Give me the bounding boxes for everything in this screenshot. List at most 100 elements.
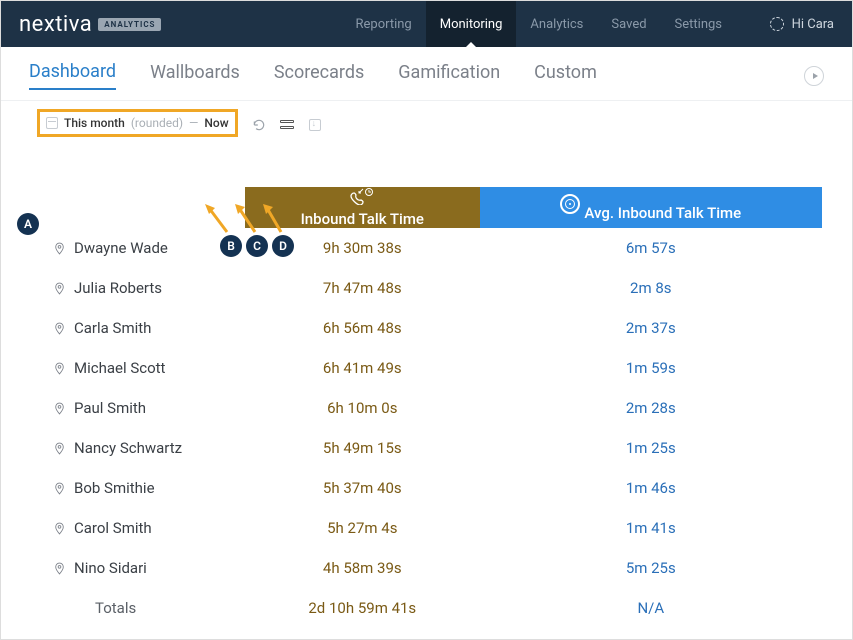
avg-cell: 1m 41s [480, 508, 822, 548]
logo-text: nextiva [19, 12, 92, 37]
row-name: Carla Smith [74, 319, 151, 337]
table-row: Carla Smith 6h 56m 48s2m 37s [45, 308, 822, 348]
avg-cell: 1m 59s [480, 348, 822, 388]
subnav-gamification[interactable]: Gamification [398, 62, 500, 89]
row-name: Michael Scott [74, 359, 165, 377]
totals-inbound: 2d 10h 59m 41s [245, 588, 480, 628]
table-row: Carol Smith 5h 27m 4s1m 41s [45, 508, 822, 548]
pin-icon [53, 562, 66, 575]
pin-icon [53, 282, 66, 295]
totals-row: Totals2d 10h 59m 41sN/A [45, 588, 822, 628]
row-name: Bob Smithie [74, 479, 155, 497]
sub-nav: Dashboard Wallboards Scorecards Gamifica… [1, 47, 852, 101]
row-name: Paul Smith [74, 399, 146, 417]
refresh-icon [252, 118, 266, 132]
avg-cell: 1m 25s [480, 428, 822, 468]
subnav-scorecards[interactable]: Scorecards [274, 62, 364, 89]
target-icon [560, 194, 580, 214]
name-cell[interactable]: Julia Roberts [45, 268, 245, 308]
inbound-cell: 7h 47m 48s [245, 268, 480, 308]
inbound-cell: 5h 37m 40s [245, 468, 480, 508]
range-main: This month [64, 116, 125, 130]
annotation-d: D [272, 235, 294, 257]
th-avg[interactable]: Avg. Inbound Talk Time [480, 187, 822, 228]
user-greeting: Hi Cara [792, 17, 834, 32]
th-inbound-label: Inbound Talk Time [301, 210, 424, 228]
table-row: Bob Smithie 5h 37m 40s1m 46s [45, 468, 822, 508]
download-icon [309, 119, 321, 131]
topnav-reporting[interactable]: Reporting [341, 1, 425, 47]
phone-time-icon [349, 187, 375, 205]
pin-icon [53, 362, 66, 375]
name-cell[interactable]: Nino Sidari [45, 548, 245, 588]
arrow-c [235, 204, 259, 238]
inbound-cell: 5h 49m 15s [245, 428, 480, 468]
date-range-selector[interactable]: This month (rounded) — Now [37, 109, 238, 137]
name-cell[interactable]: Michael Scott [45, 348, 245, 388]
inbound-cell: 6h 56m 48s [245, 308, 480, 348]
name-cell[interactable]: Paul Smith [45, 388, 245, 428]
topnav-analytics[interactable]: Analytics [516, 1, 597, 47]
calendar-icon [46, 117, 58, 129]
topnav-saved[interactable]: Saved [597, 1, 660, 47]
gear-icon [770, 17, 784, 31]
row-name: Julia Roberts [74, 279, 162, 297]
annotation-c: C [246, 235, 268, 257]
table-row: Nino Sidari4h 58m 39s5m 25s [45, 548, 822, 588]
logo: nextiva ANALYTICS [19, 12, 161, 37]
row-name: Carol Smith [74, 519, 152, 537]
name-cell[interactable]: Carol Smith [45, 508, 245, 548]
pin-icon [53, 482, 66, 495]
table-row: Paul Smith 6h 10m 0s2m 28s [45, 388, 822, 428]
annotation-a: A [17, 213, 39, 235]
table-row: Dwayne Wade9h 30m 38s6m 57s [45, 228, 822, 268]
data-table: Inbound Talk Time Avg. Inbound Talk Time… [45, 187, 822, 628]
pin-icon [53, 522, 66, 535]
pin-icon [53, 442, 66, 455]
layout-button[interactable] [280, 118, 294, 132]
range-end: Now [204, 116, 228, 130]
export-button[interactable] [308, 118, 322, 132]
play-icon [804, 66, 824, 86]
toolbar-region: This month (rounded) — Now A B C D [1, 101, 852, 187]
name-cell[interactable]: Nancy Schwartz [45, 428, 245, 468]
subnav-custom[interactable]: Custom [534, 62, 597, 89]
range-qualifier: (rounded) [131, 116, 183, 130]
subnav-dashboard[interactable]: Dashboard [29, 61, 116, 90]
top-nav: nextiva ANALYTICS Reporting Monitoring A… [1, 1, 852, 47]
annotation-b: B [220, 235, 242, 257]
pin-icon [53, 322, 66, 335]
pin-icon [53, 402, 66, 415]
row-name: Nancy Schwartz [74, 439, 182, 457]
name-cell[interactable]: Bob Smithie [45, 468, 245, 508]
table-row: Michael Scott 6h 41m 49s1m 59s [45, 348, 822, 388]
inbound-cell: 4h 58m 39s [245, 548, 480, 588]
pin-icon [53, 242, 66, 255]
th-avg-label: Avg. Inbound Talk Time [584, 204, 741, 222]
play-button[interactable] [804, 66, 824, 86]
avg-cell: 6m 57s [480, 228, 822, 268]
inbound-cell: 6h 41m 49s [245, 348, 480, 388]
inbound-cell: 5h 27m 4s [245, 508, 480, 548]
topnav-menu: Reporting Monitoring Analytics Saved Set… [341, 1, 736, 47]
arrow-b [205, 204, 235, 238]
arrow-d [263, 204, 287, 238]
totals-avg: N/A [480, 588, 822, 628]
topnav-settings[interactable]: Settings [661, 1, 736, 47]
avg-cell: 1m 46s [480, 468, 822, 508]
range-sep: — [189, 116, 198, 130]
name-cell[interactable]: Carla Smith [45, 308, 245, 348]
topnav-monitoring[interactable]: Monitoring [426, 1, 517, 47]
bars-icon [280, 120, 294, 129]
row-name: Dwayne Wade [74, 239, 168, 257]
avg-cell: 5m 25s [480, 548, 822, 588]
user-menu[interactable]: Hi Cara [770, 17, 834, 32]
avg-cell: 2m 37s [480, 308, 822, 348]
table-row: Nancy Schwartz 5h 49m 15s1m 25s [45, 428, 822, 468]
refresh-button[interactable] [252, 118, 266, 132]
totals-label: Totals [45, 588, 245, 628]
logo-badge: ANALYTICS [98, 18, 161, 31]
avg-cell: 2m 28s [480, 388, 822, 428]
inbound-cell: 6h 10m 0s [245, 388, 480, 428]
subnav-wallboards[interactable]: Wallboards [150, 62, 240, 89]
